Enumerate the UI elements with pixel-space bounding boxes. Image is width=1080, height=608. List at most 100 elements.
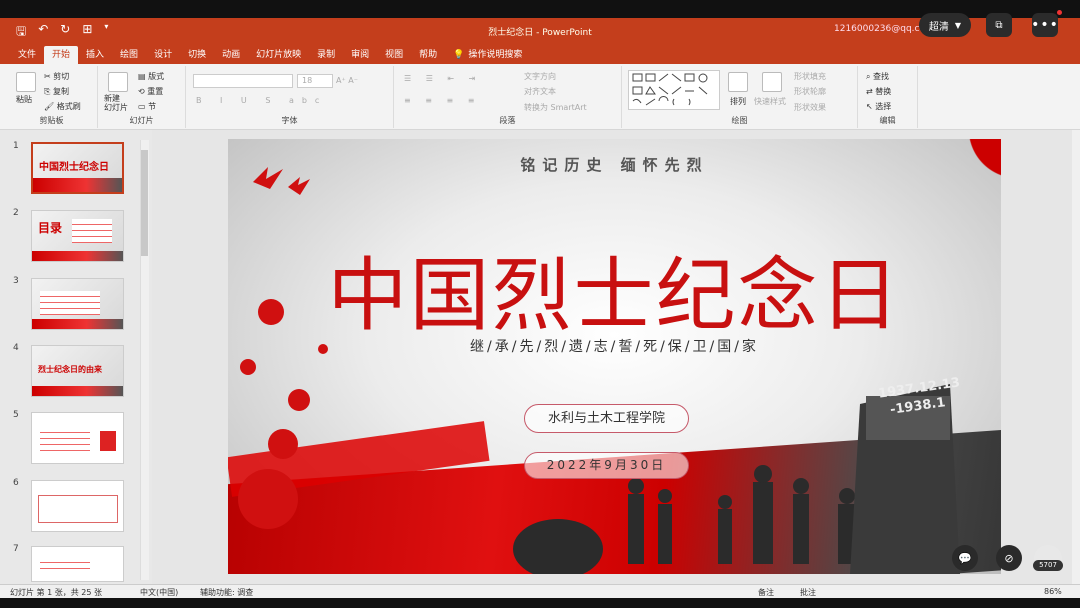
more-icon: ••• [1031,17,1059,33]
thumbnail-scroll-thumb[interactable] [141,150,148,256]
player-bottom-bar [0,598,1080,608]
smartart-button[interactable]: 转换为 SmartArt [524,102,587,113]
tab-review[interactable]: 审阅 [343,46,377,64]
zoom-level[interactable]: 86% [1044,587,1062,596]
paint-splash [240,359,256,375]
thumbnail-title: 中国烈士纪念日 [39,162,109,173]
slide-slogan: 铭记历史 缅怀先烈 [520,156,709,174]
section-button[interactable]: ▭ 节 [138,101,156,112]
font-format-buttons[interactable]: B I U S abc [196,96,327,105]
shape-outline-button[interactable]: 形状轮廓 [794,86,826,97]
ribbon-tabs: 文件 开始 插入 绘图 设计 切换 动画 幻灯片放映 录制 审阅 视图 帮助 💡… [0,44,1080,64]
slide-thumbnail-3[interactable] [31,278,124,330]
quality-selector[interactable]: 超清 ▼ [919,13,971,37]
notes-button[interactable]: 备注 [758,587,774,598]
tab-animations[interactable]: 动画 [214,46,248,64]
align-text-button[interactable]: 对齐文本 [524,86,556,97]
tab-insert[interactable]: 插入 [78,46,112,64]
new-slide-icon[interactable] [108,72,128,92]
slide-counter: 幻灯片 第 1 张，共 25 张 [10,588,102,597]
drawing-label: 绘图 [731,116,748,125]
text-direction-button[interactable]: 文字方向 [524,71,556,82]
arrange-button[interactable]: 排列 [730,96,746,107]
reset-button[interactable]: ⟲ 重置 [138,86,163,97]
editing-group: ⌕ 查找 ⇄ 替换 ↖ 选择 编辑 [858,66,918,128]
slide-subtitle: 继/承/先/烈/遗/志/誓/死/保/卫/国/家 [470,339,759,355]
lightbulb-icon: 💡 [453,50,465,60]
shape-effects-button[interactable]: 形状效果 [794,102,826,113]
event-date: 2022年9月30日 [524,452,689,479]
clipboard-label: 剪贴板 [39,116,64,125]
slide-scrollbar[interactable] [1072,130,1080,584]
clipboard-group: 粘贴 ✂ 剪切 ⎘ 复制 🖌 格式刷 剪贴板 [6,66,98,128]
tab-home[interactable]: 开始 [44,46,79,64]
editing-label: 编辑 [879,116,896,125]
select-button[interactable]: ↖ 选择 [866,101,891,112]
quick-styles-button[interactable]: 快速样式 [754,96,786,107]
slide-thumbnail-1[interactable]: 中国烈士纪念日 [31,142,124,194]
slide-thumbnail-6[interactable] [31,480,124,532]
player-top-bar [0,0,1080,18]
tab-record[interactable]: 录制 [309,46,343,64]
tab-draw[interactable]: 绘图 [112,46,146,64]
status-bar: 幻灯片 第 1 张，共 25 张 中文(中国) 辅助功能: 调查 备注 批注 8… [0,584,1080,598]
layout-button[interactable]: ▤ 版式 [138,71,164,82]
more-button[interactable]: ••• [1031,13,1059,37]
like-count: 5707 [1033,560,1063,571]
share-button[interactable]: ⧉ [986,13,1012,37]
quality-label: 超清 [928,21,949,33]
format-painter-button[interactable]: 🖌 格式刷 [44,101,81,112]
language-indicator[interactable]: 中文(中国) [140,587,178,598]
school-name: 水利与土木工程学院 [524,404,689,433]
slide-title: 中国烈士纪念日 [327,249,902,342]
thumbnail-number: 2 [13,208,19,218]
thumbnail-number: 6 [13,478,19,488]
tab-slideshow[interactable]: 幻灯片放映 [248,46,309,64]
replace-button[interactable]: ⇄ 替换 [866,86,891,97]
shapes-gallery-icons [632,73,708,106]
tab-file[interactable]: 文件 [10,46,44,64]
align-buttons[interactable]: ≡ ≡ ≡ ≡ [404,96,480,105]
grow-font-icon[interactable]: A⁺ A⁻ [336,76,358,85]
slide-thumbnail-2[interactable]: 目录 [31,210,124,262]
shapes-gallery[interactable] [628,70,720,110]
paint-splash [268,429,298,459]
arrange-icon[interactable] [728,72,748,92]
slides-label: 幻灯片 [129,116,154,125]
slide-canvas[interactable]: 1937.12.13 -1938.1 铭记历史 缅怀先烈 中国烈士纪念日 继/承… [228,139,1001,574]
new-slide-button[interactable]: 新建 幻灯片 [104,94,128,112]
link-icon: ⊘ [1004,551,1014,565]
thumbnail-number: 5 [13,410,19,420]
paste-button[interactable]: 粘贴 [16,94,32,105]
slide-thumbnail-4[interactable]: 烈士纪念日的由来 [31,345,124,397]
shape-fill-button[interactable]: 形状填充 [794,71,826,82]
tab-view[interactable]: 视图 [377,46,411,64]
font-size-input[interactable]: 18 [297,74,333,88]
thumbnail-title: 烈士纪念日的由来 [38,365,102,374]
thumbnail-number: 1 [13,141,19,151]
replace-icon: ⇄ [866,87,876,96]
paste-icon[interactable] [16,72,36,92]
tab-transitions[interactable]: 切换 [180,46,214,64]
tab-design[interactable]: 设计 [146,46,180,64]
notification-dot [1057,10,1062,15]
cut-button[interactable]: ✂ 剪切 [44,71,69,82]
accessibility-status[interactable]: 辅助功能: 调查 [200,587,253,598]
comments-button[interactable]: 批注 [800,587,816,598]
tab-help[interactable]: 帮助 [411,46,445,64]
slide-thumbnail-7[interactable] [31,546,124,582]
chat-icon: 💬 [958,551,972,565]
font-name-input[interactable] [193,74,293,88]
quick-styles-icon[interactable] [762,72,782,92]
slide-thumbnail-5[interactable] [31,412,124,464]
brush-icon: 🖌 [44,102,57,111]
chevron-down-icon: ▼ [954,20,962,30]
list-buttons[interactable]: ☰ ☰ ⇤ ⇥ [404,74,481,83]
thumbnail-number: 7 [13,544,19,554]
find-button[interactable]: ⌕ 查找 [866,71,889,82]
link-button[interactable]: ⊘ [996,545,1022,571]
chat-button[interactable]: 💬 [952,545,978,571]
copy-button[interactable]: ⎘ 复制 [44,86,69,97]
tell-me-label: 操作说明搜索 [468,50,523,60]
tell-me-search[interactable]: 💡 操作说明搜索 [445,46,530,64]
